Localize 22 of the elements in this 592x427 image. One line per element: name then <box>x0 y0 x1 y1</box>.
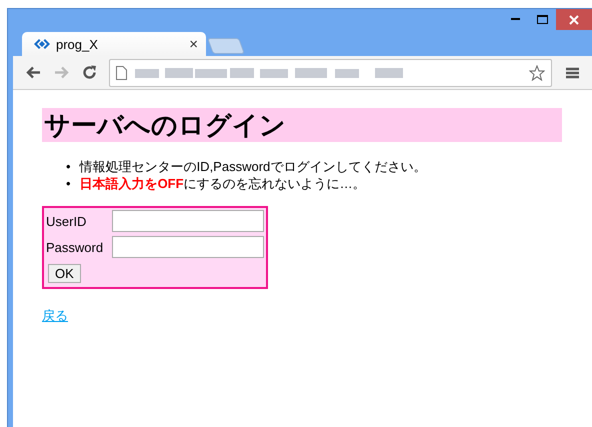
minimize-icon[interactable] <box>511 18 520 21</box>
ok-button[interactable]: OK <box>48 264 81 283</box>
close-icon[interactable] <box>569 14 579 24</box>
diamond-arrows-icon <box>34 38 50 50</box>
instruction-item: 日本語入力をOFFにするのを忘れないように…。 <box>80 175 366 192</box>
page-heading: サーバへのログイン <box>42 108 562 142</box>
browser-tab[interactable]: prog_X × <box>22 32 206 56</box>
field-label: Password <box>46 240 104 254</box>
bullet: • <box>66 159 71 175</box>
page-icon <box>116 66 127 80</box>
star-icon[interactable] <box>529 64 545 80</box>
close-button[interactable] <box>556 9 592 30</box>
back-icon[interactable] <box>26 66 40 79</box>
menu-icon[interactable] <box>566 66 578 78</box>
field-label: UserID <box>46 214 88 228</box>
input-field[interactable] <box>112 236 264 258</box>
input-field[interactable] <box>112 210 264 232</box>
reload-icon[interactable] <box>82 65 96 80</box>
tab-close-button[interactable]: × <box>189 36 198 52</box>
instruction-item: 情報処理センターのID,Passwordでログインしてください。 <box>80 158 426 175</box>
bullet: • <box>66 176 71 192</box>
maximize-icon[interactable] <box>537 15 548 24</box>
